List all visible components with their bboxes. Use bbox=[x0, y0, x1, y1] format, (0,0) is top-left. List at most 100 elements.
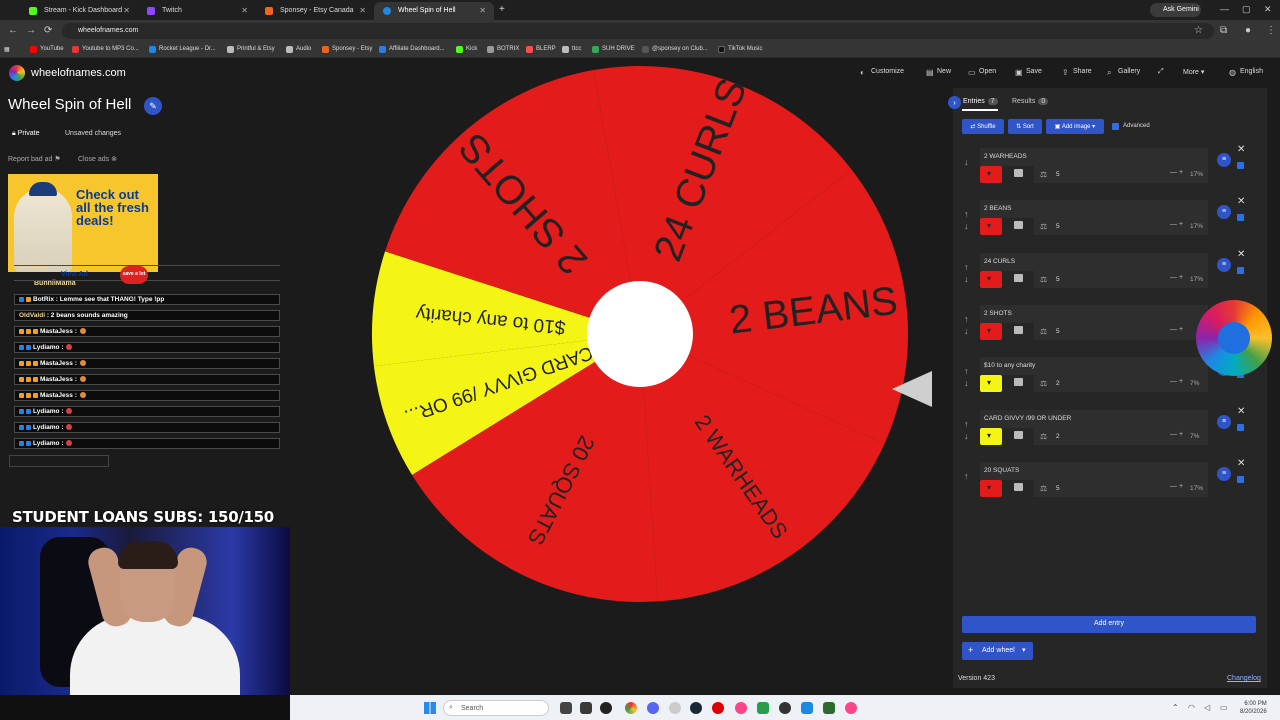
weight-stepper[interactable]: — + bbox=[1170, 483, 1183, 490]
reorder-arrows-icon[interactable]: ↑ ↓ bbox=[964, 261, 969, 285]
entry-weight-field[interactable]: ⚖ 2 — + 7% bbox=[1034, 428, 1208, 445]
app-icon[interactable] bbox=[845, 702, 857, 714]
sort-button[interactable]: ⇅ Sort bbox=[1008, 119, 1042, 134]
chrome-icon[interactable] bbox=[625, 702, 637, 714]
terminal-icon[interactable] bbox=[823, 702, 835, 714]
entry-weight-field[interactable]: ⚖ 5 — + 17% bbox=[1034, 271, 1208, 288]
bookmark-kick[interactable]: Kick bbox=[456, 46, 477, 53]
back-icon[interactable]: ← bbox=[8, 25, 18, 36]
entry-image-icon[interactable] bbox=[1014, 169, 1023, 177]
app-icon[interactable] bbox=[779, 702, 791, 714]
tab-twitch[interactable]: Twitch ✕ bbox=[138, 2, 256, 20]
bookmark-sponsey[interactable]: Sponsey - Etsy bbox=[322, 46, 372, 53]
entry-enabled-checkbox[interactable] bbox=[1237, 214, 1244, 221]
entry-name-input[interactable]: 2 SHOTS bbox=[980, 305, 1208, 323]
bookmark-tiktok[interactable]: TikTok Music bbox=[718, 46, 762, 53]
weight-stepper[interactable]: — + bbox=[1170, 431, 1183, 438]
panel-toggle-icon[interactable]: › bbox=[948, 96, 961, 109]
menu-gallery[interactable]: ⌕ Gallery bbox=[1107, 68, 1140, 77]
delete-entry-icon[interactable]: ✕ bbox=[1237, 458, 1245, 469]
add-entry-button[interactable]: Add entry bbox=[962, 616, 1256, 633]
forward-icon[interactable]: → bbox=[26, 25, 36, 36]
itunes-icon[interactable] bbox=[669, 702, 681, 714]
entry-image-icon[interactable] bbox=[1014, 431, 1023, 439]
entry-options-icon[interactable]: ≡ bbox=[1217, 205, 1231, 219]
entry-options-icon[interactable]: ≡ bbox=[1217, 467, 1231, 481]
bookmark-blerp[interactable]: BLERP bbox=[526, 46, 556, 53]
menu-more[interactable]: More ▾ bbox=[1172, 68, 1204, 76]
wheel-hub[interactable] bbox=[587, 281, 693, 387]
close-icon[interactable]: ✕ bbox=[241, 6, 248, 15]
obs-icon[interactable] bbox=[600, 702, 612, 714]
reorder-arrows-icon[interactable]: ↑ bbox=[964, 470, 969, 482]
extensions-icon[interactable]: ⧉ bbox=[1220, 25, 1227, 36]
color-picker-wheel[interactable] bbox=[1196, 300, 1272, 376]
weight-stepper[interactable]: — + bbox=[1170, 326, 1183, 333]
entry-name-input[interactable]: 2 BEANS bbox=[980, 200, 1208, 218]
menu-save[interactable]: ▣ Save bbox=[1015, 68, 1042, 77]
bookmark-club[interactable]: @sponsey on Club... bbox=[642, 46, 708, 53]
shuffle-button[interactable]: ⇄ Shuffle bbox=[962, 119, 1004, 134]
entry-color-swatch[interactable]: ▾ bbox=[980, 271, 1002, 288]
entry-color-swatch[interactable]: ▾ bbox=[980, 218, 1002, 235]
wheel-svg[interactable]: 2 BEANS2 WARHEADS20 SQUATSCARD GIVVY /99… bbox=[370, 64, 910, 604]
entry-color-swatch[interactable]: ▾ bbox=[980, 480, 1002, 497]
delete-entry-icon[interactable]: ✕ bbox=[1237, 406, 1245, 417]
close-icon[interactable]: ✕ bbox=[479, 6, 486, 15]
menu-share[interactable]: ⇪ Share bbox=[1062, 68, 1092, 77]
map-pin-icon[interactable] bbox=[735, 702, 747, 714]
entry-name-input[interactable]: 2 WARHEADS bbox=[980, 148, 1208, 166]
tray-chevron-icon[interactable]: ⌃ bbox=[1172, 703, 1179, 712]
reorder-arrows-icon[interactable]: ↑ ↓ bbox=[964, 365, 969, 389]
taskbar-search[interactable]: ⌕ Search bbox=[443, 700, 549, 716]
entry-color-swatch[interactable]: ▾ bbox=[980, 375, 1002, 392]
reorder-arrows-icon[interactable]: ↑ ↓ bbox=[964, 313, 969, 337]
menu-open[interactable]: ▭ Open bbox=[968, 68, 996, 77]
wifi-icon[interactable]: ◠ bbox=[1188, 703, 1195, 712]
entry-enabled-checkbox[interactable] bbox=[1237, 162, 1244, 169]
bookmark-suh-drive[interactable]: SUH DRIVE bbox=[592, 46, 635, 53]
add-wheel-button[interactable]: + Add wheel ▾ bbox=[962, 642, 1033, 660]
minimize-icon[interactable]: — bbox=[1220, 4, 1229, 14]
entry-enabled-checkbox[interactable] bbox=[1237, 476, 1244, 483]
entry-options-icon[interactable]: ≡ bbox=[1217, 415, 1231, 429]
app-icon[interactable] bbox=[712, 702, 724, 714]
wheel[interactable]: 2 BEANS 2 WARHEADS 20 SQUATS CARD GIVVY /99… bbox=[370, 64, 910, 604]
advertisement[interactable]: Check out all the fresh deals! bbox=[8, 174, 158, 272]
reorder-arrows-icon[interactable]: ↑ ↓ bbox=[964, 208, 969, 232]
bookmark-printful[interactable]: Printful & Etsy bbox=[227, 46, 275, 53]
weight-stepper[interactable]: — + bbox=[1170, 169, 1183, 176]
tab-results[interactable]: Results 0 bbox=[1012, 98, 1049, 105]
entry-image-icon[interactable] bbox=[1014, 326, 1023, 334]
url-input[interactable]: wheelofnames.com bbox=[62, 23, 1214, 39]
ad-view-button[interactable]: View Ad bbox=[61, 271, 88, 278]
file-explorer-icon[interactable] bbox=[560, 702, 572, 714]
entry-weight-field[interactable]: ⚖ 5 — + 17% bbox=[1034, 218, 1208, 235]
windows-start-icon[interactable] bbox=[424, 702, 436, 714]
entry-weight-field[interactable]: ⚖ 5 — + 17% bbox=[1034, 166, 1208, 183]
entry-color-swatch[interactable]: ▾ bbox=[980, 323, 1002, 340]
entry-options-icon[interactable]: ≡ bbox=[1217, 258, 1231, 272]
fullscreen-icon[interactable]: ⤢ bbox=[1158, 68, 1164, 76]
entry-weight-field[interactable]: ⚖ 2 — + 7% bbox=[1034, 375, 1208, 392]
weight-stepper[interactable]: — + bbox=[1170, 221, 1183, 228]
app-icon[interactable] bbox=[757, 702, 769, 714]
bookmark-affiliate[interactable]: Affiliate Dashboard... bbox=[379, 46, 445, 53]
bookmark-youtube[interactable]: YouTube bbox=[30, 46, 64, 53]
weight-stepper[interactable]: — + bbox=[1170, 274, 1183, 281]
entry-options-icon[interactable]: ≡ bbox=[1217, 153, 1231, 167]
bookmark-audio[interactable]: Audio bbox=[286, 46, 311, 53]
entry-enabled-checkbox[interactable] bbox=[1237, 267, 1244, 274]
menu-language[interactable]: ◍ English bbox=[1229, 68, 1263, 77]
taskbar-clock[interactable]: 6:00 PM 8/20/2026 bbox=[1240, 700, 1267, 716]
entry-image-icon[interactable] bbox=[1014, 483, 1023, 491]
tab-wheel[interactable]: Wheel Spin of Hell ✕ bbox=[374, 2, 494, 20]
entry-name-input[interactable]: 24 CURLS bbox=[980, 253, 1208, 271]
entry-name-input[interactable]: CARD GIVVY /99 OR UNDER bbox=[980, 410, 1208, 428]
close-icon[interactable]: ✕ bbox=[359, 6, 366, 15]
entry-color-swatch[interactable]: ▾ bbox=[980, 166, 1002, 183]
task-view-icon[interactable] bbox=[580, 702, 592, 714]
close-icon[interactable]: ✕ bbox=[123, 6, 130, 15]
entry-enabled-checkbox[interactable] bbox=[1237, 424, 1244, 431]
volume-icon[interactable]: ◁ bbox=[1204, 703, 1210, 712]
